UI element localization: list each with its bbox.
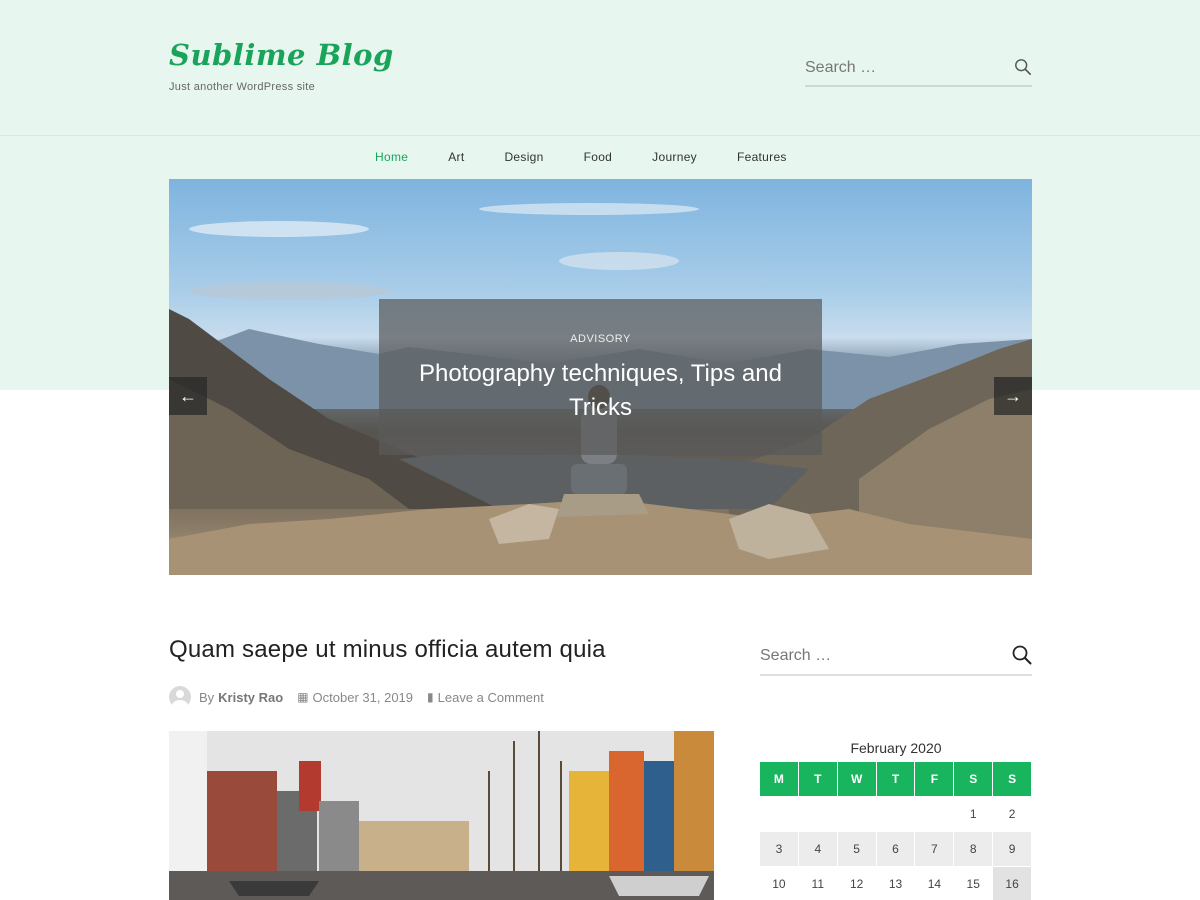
calendar-caption: February 2020 [850,740,942,756]
header-search-input[interactable] [805,55,1005,81]
arrow-right-icon: → [1004,386,1022,406]
nav-item-art[interactable]: Art [448,150,464,164]
calendar-day: 11 [799,867,838,900]
calendar-widget: M T W T F S S 1 2 3 4 5 6 7 8 9 10 11 12… [760,762,1033,900]
calendar-day: 5 [837,832,877,867]
post-featured-image[interactable] [169,731,714,900]
post-meta: By Kristy Rao ▦ October 31, 2019 ▮ Leave… [169,685,544,709]
calendar-day: 7 [915,832,955,867]
calendar-day-empty [798,797,838,832]
calendar-day-header: T [876,762,916,797]
slider-caption: ADVISORY Photography techniques, Tips an… [379,299,822,455]
calendar-day: 2 [993,797,1033,832]
calendar-day: 8 [954,832,994,867]
calendar-day-header: W [837,762,877,797]
comment-icon: ▮ [427,690,434,704]
calendar-day-header: M [760,762,799,797]
post-author[interactable]: Kristy Rao [218,690,283,705]
calendar-icon: ▦ [297,690,309,704]
calendar-day: 12 [838,867,877,900]
sidebar-search-input[interactable] [760,642,1000,670]
calendar-day-header: F [915,762,955,797]
leave-comment-link[interactable]: Leave a Comment [438,690,544,705]
calendar-header-row: M T W T F S S [760,762,1033,797]
calendar-day-empty [760,797,799,832]
avatar [169,686,191,708]
sidebar-search [760,642,1032,676]
calendar-day-empty [915,797,955,832]
slider-prev-button[interactable]: ← [169,377,207,415]
nav-item-home[interactable]: Home [375,150,408,164]
featured-slider: ADVISORY Photography techniques, Tips an… [169,179,1032,575]
arrow-left-icon: ← [179,386,197,406]
byline-label: By [199,689,215,705]
calendar-day-header: S [993,762,1033,797]
nav-item-food[interactable]: Food [584,150,613,164]
site-header: Sublime Blog Just another WordPress site [0,0,1200,135]
calendar-day-empty [837,797,877,832]
slider-category[interactable]: ADVISORY [379,333,822,345]
calendar-day-empty [876,797,916,832]
calendar-week-row: 1 2 [760,797,1033,832]
nav-item-features[interactable]: Features [737,150,787,164]
calendar-day-today: 16 [993,867,1033,900]
main-navigation: Home Art Design Food Journey Features [0,135,1200,179]
calendar-week-row: 10 11 12 13 14 15 16 [760,867,1033,900]
site-logo[interactable]: Sublime Blog [169,38,394,72]
calendar-day: 13 [877,867,916,900]
nav-item-design[interactable]: Design [504,150,543,164]
calendar-day-header: S [954,762,994,797]
search-icon[interactable] [1012,645,1032,665]
slider-next-button[interactable]: → [994,377,1032,415]
calendar-day: 9 [993,832,1033,867]
calendar-day: 4 [798,832,838,867]
calendar-day: 10 [760,867,799,900]
site-tagline: Just another WordPress site [169,81,316,93]
calendar-day-header: T [798,762,838,797]
calendar-day: 15 [954,867,994,900]
search-icon[interactable] [1014,58,1032,76]
nav-item-journey[interactable]: Journey [652,150,697,164]
calendar-day: 6 [876,832,916,867]
calendar-day: 1 [954,797,994,832]
post-image-harbor [169,731,714,900]
slider-title[interactable]: Photography techniques, Tips and Tricks [399,357,802,425]
post-date[interactable]: October 31, 2019 [313,690,413,705]
header-search [805,55,1032,87]
calendar-day: 14 [915,867,955,900]
calendar-day: 3 [760,832,799,867]
calendar-week-row: 3 4 5 6 7 8 9 [760,832,1033,867]
post-title[interactable]: Quam saepe ut minus officia autem quia [169,636,606,664]
